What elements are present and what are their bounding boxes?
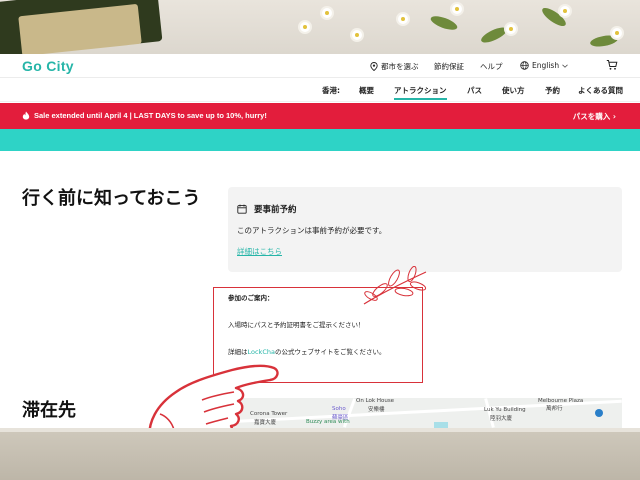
subnav-city-label: 香港: — [322, 86, 340, 95]
map-label: Soho — [332, 406, 346, 412]
flame-icon — [22, 111, 30, 120]
go-city-logo[interactable]: Go City — [22, 58, 74, 74]
flower-decoration — [398, 14, 408, 24]
attraction-subnav: 香港: 概要 アトラクション パス 使い方 予約 よくある質問 — [0, 78, 640, 102]
subnav-item-faq[interactable]: よくある質問 — [578, 85, 623, 96]
sale-promo-bar: Sale extended until April 4 | LAST DAYS … — [0, 103, 640, 129]
before-you-go-heading: 行く前に知っておこう — [22, 188, 201, 209]
map-label: 萬邦行 — [546, 406, 563, 412]
subnav-item-booking[interactable]: 予約 — [545, 85, 560, 96]
flower-decoration — [300, 22, 310, 32]
cart-icon[interactable] — [606, 59, 618, 71]
map-label: On Lok House — [356, 398, 395, 404]
subnav-item-attractions[interactable]: アトラクション — [394, 85, 447, 100]
globe-icon — [520, 61, 529, 70]
card-description: このアトラクションは事前予約が必要です。 — [237, 226, 387, 235]
card-title: 要事前予約 — [254, 205, 297, 215]
calendar-icon — [237, 204, 247, 214]
more-info-link[interactable]: 詳細はこちら — [237, 246, 282, 257]
notice-line-1: 入場時にパスと予約証明書をご提示ください！ — [228, 321, 365, 329]
teal-band — [0, 129, 640, 151]
reservation-required-card: 要事前予約 このアトラクションは事前予約が必要です。 詳細はこちら — [228, 187, 622, 272]
city-selector[interactable]: 都市を選ぶ — [370, 61, 419, 72]
flower-decoration — [352, 30, 362, 40]
flower-decoration — [452, 4, 462, 14]
flower-decoration — [506, 24, 516, 34]
site-header: Go City 都市を選ぶ 節約保証 ヘルプ English — [0, 54, 640, 78]
notice-suffix: の公式ウェブサイトをご覧ください。 — [274, 348, 386, 356]
language-selector[interactable]: English — [520, 61, 568, 70]
map-label: 安樂樓 — [368, 407, 385, 413]
subnav-item-how-it-works[interactable]: 使い方 — [502, 85, 525, 96]
buy-pass-link[interactable]: パスを購入 › — [573, 111, 616, 122]
notice-title: 参加のご案内： — [228, 294, 274, 302]
map-marker-icon — [595, 409, 603, 417]
flower-decoration — [322, 8, 332, 18]
help-link[interactable]: ヘルプ — [480, 61, 503, 72]
language-label: English — [532, 61, 560, 70]
savings-guarantee-label: 節約保証 — [434, 62, 464, 71]
leaf-decoration — [479, 24, 509, 46]
subnav-item-passes[interactable]: パス — [467, 85, 482, 96]
flower-decoration — [612, 28, 622, 38]
stay-heading: 滞在先 — [22, 400, 76, 421]
leaf-decoration — [429, 13, 459, 33]
map-label: Buzzy area with — [306, 419, 350, 425]
map-label: Luk Yu Building — [484, 407, 526, 413]
map-label: 陸羽大廈 — [490, 416, 513, 422]
chevron-down-icon — [562, 64, 568, 68]
flower-decoration — [560, 6, 570, 16]
location-pin-icon — [370, 62, 378, 71]
help-label: ヘルプ — [480, 62, 503, 71]
hero-banner-image — [0, 0, 640, 54]
subnav-item-overview[interactable]: 概要 — [359, 85, 374, 96]
promo-text: Sale extended until April 4 | LAST DAYS … — [34, 111, 267, 120]
city-selector-label: 都市を選ぶ — [381, 62, 419, 71]
bottom-banner-image — [0, 428, 640, 480]
map-road — [484, 398, 495, 428]
leaf-branch-icon — [363, 266, 427, 305]
savings-guarantee-link[interactable]: 節約保証 — [434, 61, 464, 72]
